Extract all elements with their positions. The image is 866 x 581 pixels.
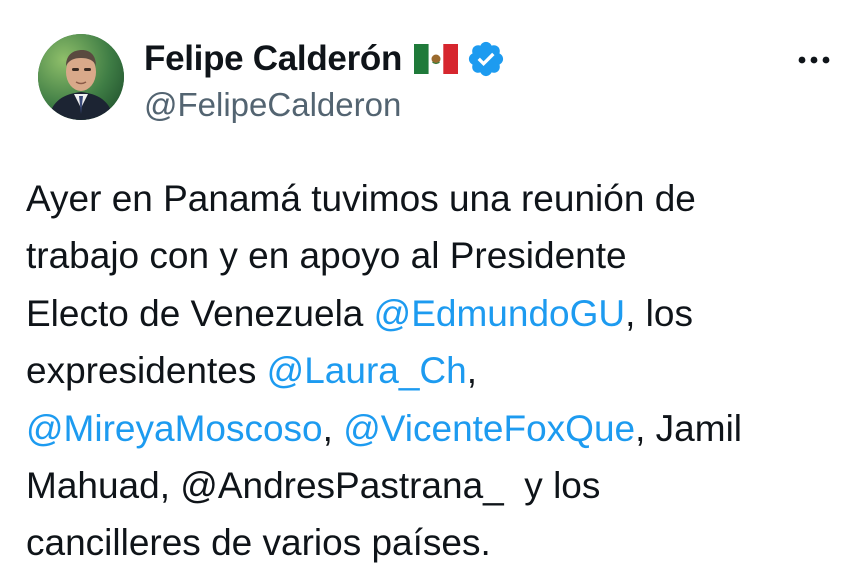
tweet-line: trabajo con y en apoyo al Presidente	[26, 227, 856, 284]
mention-link[interactable]: @VicenteFoxQue	[343, 408, 635, 449]
tweet-text: Ayer en Panamá tuvimos una reunión de tra…	[26, 170, 856, 572]
tweet-text-segment: , Jamil	[635, 407, 743, 449]
tweet-text-segment: trabajo con y en apoyo al Presidente	[26, 235, 627, 277]
tweet: Felipe Calderón @FelipeCalderon Ayer en …	[0, 0, 866, 581]
profile-photo	[38, 34, 124, 120]
tweet-text-segment: Electo de Venezuela	[26, 292, 374, 334]
tweet-text-segment: expresidentes	[26, 350, 267, 392]
display-name[interactable]: Felipe Calderón	[144, 39, 402, 79]
tweet-line: Electo de Venezuela @EdmundoGU, los	[26, 285, 856, 342]
tweet-line: @MireyaMoscoso, @VicenteFoxQue, Jamil	[26, 400, 856, 457]
mention-link[interactable]: @MireyaMoscoso	[26, 408, 323, 449]
avatar[interactable]	[38, 34, 124, 120]
mention-link[interactable]: @Laura_Ch	[267, 350, 467, 391]
tweet-text-segment: , los	[625, 292, 693, 334]
tweet-header: Felipe Calderón @FelipeCalderon	[144, 36, 826, 124]
user-handle[interactable]: @FelipeCalderon	[144, 86, 826, 124]
tweet-line: Ayer en Panamá tuvimos una reunión de	[26, 170, 856, 227]
more-horizontal-icon[interactable]	[794, 46, 834, 74]
tweet-text-segment: ,	[322, 407, 344, 449]
tweet-text-segment: cancilleres de varios países.	[26, 522, 491, 564]
tweet-line: Mahuad, @AndresPastrana_ y los	[26, 457, 856, 514]
name-row: Felipe Calderón	[144, 36, 826, 82]
tweet-text-segment: Mahuad, @AndresPastrana_ y los	[26, 464, 601, 506]
verified-badge-icon[interactable]	[466, 39, 506, 79]
tweet-line: expresidentes @Laura_Ch,	[26, 342, 856, 399]
mexico-flag-icon	[414, 44, 459, 74]
tweet-text-segment: ,	[466, 350, 478, 392]
tweet-line: cancilleres de varios países.	[26, 514, 856, 571]
tweet-text-segment: Ayer en Panamá tuvimos una reunión de	[26, 178, 696, 219]
mention-link[interactable]: @EdmundoGU	[374, 293, 625, 334]
